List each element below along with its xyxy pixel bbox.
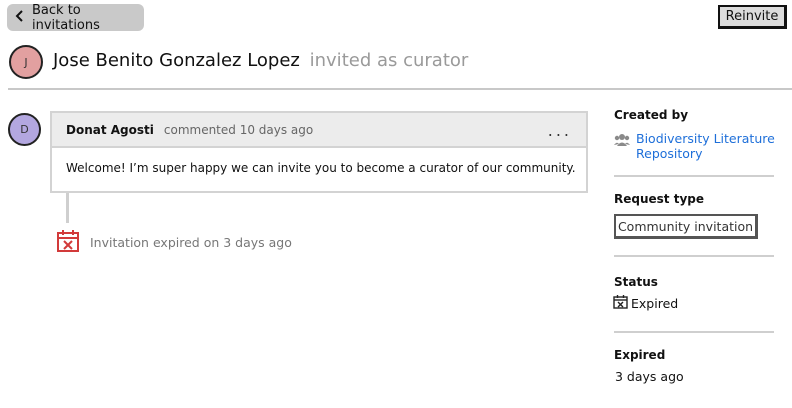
comment-body: Welcome! I’m super happy we can invite y…: [66, 161, 576, 175]
header-divider: [8, 88, 792, 90]
comment-meta: commented 10 days ago: [163, 122, 314, 137]
request-type-value: Community invitation: [617, 218, 754, 234]
created-by-label: Created by: [614, 108, 689, 122]
users-icon: [614, 132, 630, 161]
reinvite-button-label: Reinvite: [725, 9, 779, 24]
timeline-event-expired: Invitation expired on 3 days ago: [56, 229, 292, 256]
sidebar-divider: [614, 175, 774, 177]
created-by-link-line1[interactable]: Biodiversity Literature: [636, 131, 775, 146]
reinvite-button[interactable]: Reinvite: [718, 5, 787, 29]
calendar-x-icon: [56, 229, 80, 256]
avatar-initial: D: [20, 123, 29, 136]
created-by-link-line2[interactable]: Repository: [636, 146, 775, 161]
chevron-left-icon: [14, 9, 26, 26]
invitee-name: Jose Benito Gonzalez Lopez: [53, 50, 300, 71]
page-title: Jose Benito Gonzalez Lopez invited as cu…: [53, 50, 468, 71]
sidebar-divider: [614, 255, 774, 257]
comment-author[interactable]: Donat Agosti: [66, 123, 154, 137]
request-type-label: Request type: [614, 192, 704, 206]
avatar-initial: J: [24, 55, 28, 69]
expired-value: 3 days ago: [615, 369, 684, 384]
avatar: J: [9, 45, 43, 79]
request-type-badge: Community invitation: [614, 214, 758, 239]
more-actions-button[interactable]: ...: [548, 121, 572, 140]
back-button-label: Back to invitations: [32, 2, 100, 33]
status-value: Expired: [631, 295, 679, 311]
invitation-role: invited as curator: [309, 50, 469, 71]
comment-card: Donat Agosti commented 10 days ago ... W…: [50, 111, 588, 193]
event-text: Invitation expired on 3 days ago: [90, 235, 292, 250]
timeline-connector: [66, 193, 69, 223]
commenter-avatar: D: [8, 113, 41, 146]
status-badge: Expired: [613, 294, 678, 312]
status-label: Status: [614, 275, 658, 289]
sidebar-divider: [614, 331, 774, 333]
back-to-invitations-button[interactable]: Back to invitations: [7, 2, 144, 33]
comment-header: Donat Agosti commented 10 days ago ...: [52, 113, 586, 148]
calendar-x-icon: [613, 294, 628, 312]
expired-label: Expired: [614, 348, 666, 362]
created-by-community[interactable]: Biodiversity Literature Repository: [614, 131, 775, 161]
